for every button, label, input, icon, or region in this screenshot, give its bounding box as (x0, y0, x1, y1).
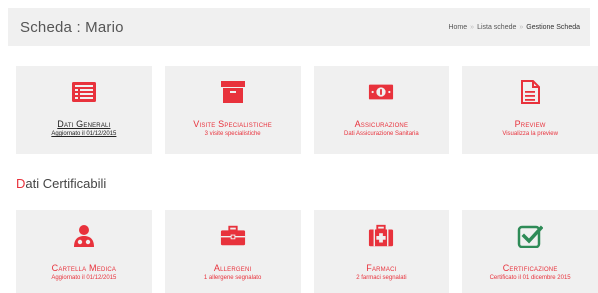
banknote-icon (368, 80, 394, 104)
card-row-certificabili: Cartella Medica Aggiornato il 01/12/2015… (16, 210, 598, 293)
card-title: Certificazione (502, 263, 558, 273)
doctor-icon (71, 224, 97, 248)
card-subtitle: Dati Assicurazione Sanitaria (344, 131, 419, 137)
page-title: Scheda : Mario (20, 18, 124, 36)
breadcrumb-separator: » (470, 23, 475, 31)
card-subtitle: Aggiornato il 01/12/2015 (51, 275, 117, 281)
breadcrumb-current: Gestione Scheda (526, 23, 580, 31)
card-subtitle: Aggiornato il 01/12/2015 (51, 131, 117, 137)
section-title-rest: ati Certificabili (25, 176, 107, 191)
card-subtitle: 1 allergene segnalato (203, 275, 262, 281)
card-title: Assicurazione (354, 119, 409, 129)
card-allergeni[interactable]: Allergeni 1 allergene segnalato (164, 210, 301, 293)
breadcrumb-lista-schede[interactable]: Lista schede (477, 24, 516, 31)
list-card-icon (71, 80, 97, 104)
breadcrumb-home[interactable]: Home (448, 24, 467, 31)
check-square-icon (517, 224, 544, 248)
card-title: Allergeni (213, 263, 252, 273)
card-certificazione[interactable]: Certificazione Certificato il 01 dicembr… (462, 210, 598, 293)
card-title: Farmaci (366, 263, 397, 273)
card-row-general: Dati Generali Aggiornato il 01/12/2015 V… (16, 66, 598, 154)
card-visite-specialistiche[interactable]: Visite Specialistiche 3 visite specialis… (164, 66, 301, 154)
section-title-initial: D (16, 176, 26, 191)
card-cartella-medica[interactable]: Cartella Medica Aggiornato il 01/12/2015 (16, 210, 152, 293)
card-dati-generali[interactable]: Dati Generali Aggiornato il 01/12/2015 (16, 66, 152, 154)
archive-box-icon (220, 80, 246, 104)
card-subtitle: Certificato il 01 dicembre 2015 (489, 275, 571, 281)
section-title: Dati Certificabili (16, 176, 106, 191)
card-subtitle: Visualizza la preview (502, 131, 558, 137)
medkit-icon (368, 224, 394, 248)
breadcrumb: Home » Lista schede » Gestione Scheda (448, 24, 580, 31)
card-subtitle: 3 visite specialistiche (204, 131, 261, 137)
breadcrumb-separator: » (519, 23, 524, 31)
card-title: Visite Specialistiche (193, 119, 272, 129)
card-farmaci[interactable]: Farmaci 2 farmaci segnalati (313, 210, 450, 293)
document-icon (517, 80, 543, 104)
card-title: Preview (514, 119, 546, 129)
briefcase-icon (220, 224, 246, 248)
page-header: Scheda : Mario Home » Lista schede » Ges… (8, 8, 590, 46)
card-preview[interactable]: Preview Visualizza la preview (462, 66, 598, 154)
card-title: Dati Generali (57, 119, 111, 129)
card-subtitle: 2 farmaci segnalati (356, 275, 407, 281)
card-title: Cartella Medica (51, 263, 117, 273)
card-assicurazione[interactable]: Assicurazione Dati Assicurazione Sanitar… (313, 66, 450, 154)
